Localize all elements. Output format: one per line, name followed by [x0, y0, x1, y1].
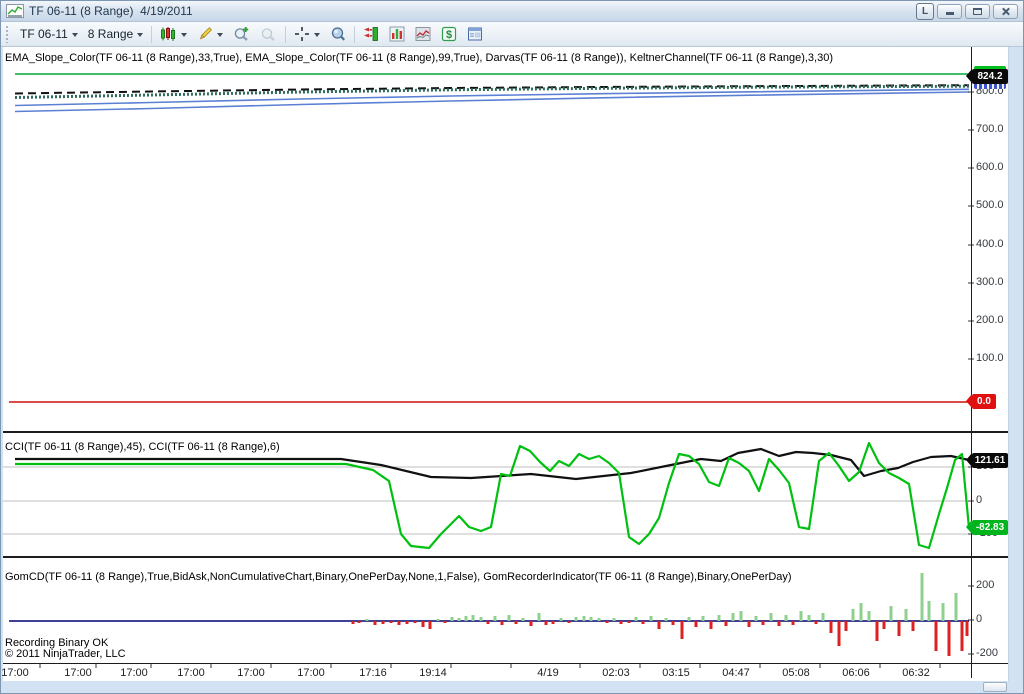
zoom-in-button[interactable]: [228, 24, 255, 44]
chart-style-button[interactable]: [155, 24, 192, 44]
maximize-icon: [973, 7, 982, 15]
price-panel-indicator-label: EMA_Slope_Color(TF 06-11 (8 Range),33,Tr…: [5, 52, 834, 64]
toolbar-grip[interactable]: [5, 25, 10, 43]
title-bar[interactable]: TF 06-11 (8 Range) 4/19/2011 L: [1, 1, 1023, 22]
bars-box-icon: [389, 26, 405, 42]
toolbar: TF 06-11 8 Range $: [1, 22, 1023, 47]
time-axis-label: 06:32: [902, 667, 930, 679]
time-axis-label: 17:00: [177, 667, 205, 679]
interval-selector[interactable]: 8 Range: [83, 24, 148, 44]
chart-background: [3, 47, 1009, 681]
instrument-label: TF 06-11: [20, 27, 68, 41]
y-axis-label: 0: [976, 494, 983, 506]
time-axis-label: 04:47: [722, 667, 750, 679]
price-axis-line: [971, 47, 972, 678]
close-button[interactable]: [993, 3, 1018, 19]
panel-separator[interactable]: [3, 556, 1008, 558]
drawing-tools-button[interactable]: [192, 24, 228, 44]
y-axis-label: 500.0: [976, 199, 1004, 211]
green-bar-arrows-icon: [364, 27, 379, 41]
cci45-value-marker: 121.61: [966, 453, 1008, 468]
cci6-value-marker: -82.83: [966, 520, 1008, 535]
chart-trader-button[interactable]: [358, 24, 384, 44]
y-axis-label: 200: [976, 579, 995, 591]
time-axis-label: 17:16: [359, 667, 387, 679]
y-axis-label: 600.0: [976, 161, 1004, 173]
y-axis-label: 400.0: [976, 238, 1004, 250]
chevron-down-icon: [137, 32, 144, 40]
time-axis-label: 06:06: [842, 667, 870, 679]
chart-app-icon: [6, 4, 24, 18]
zoom-out-button[interactable]: [255, 24, 282, 44]
magnifier-icon: [261, 28, 275, 41]
time-axis-label: 4/19: [537, 667, 559, 679]
minimize-icon: [945, 12, 954, 15]
time-axis-label: 03:15: [662, 667, 690, 679]
window-panel-icon: [468, 27, 483, 41]
y-axis-label: 100.0: [976, 352, 1004, 364]
time-axis-label: 02:03: [602, 667, 630, 679]
blue-magnifier-icon: [332, 27, 346, 41]
zero-level-marker: 0.0: [966, 394, 996, 409]
interval-label: 8 Range: [87, 27, 134, 41]
resize-grip[interactable]: [983, 682, 1007, 692]
link-button[interactable]: L: [916, 2, 934, 20]
pencil-icon: [199, 27, 213, 40]
market-analyzer-button[interactable]: [384, 24, 410, 44]
crosshair-icon: [295, 27, 310, 41]
time-axis-label: 17:00: [297, 667, 325, 679]
chevron-down-icon: [181, 32, 188, 40]
time-axis-label: 17:00: [64, 667, 92, 679]
chevron-down-icon: [217, 32, 224, 40]
toolbar-separator: [354, 25, 356, 43]
recording-status: Recording Binary OK: [5, 637, 109, 649]
chevron-down-icon: [71, 32, 78, 40]
y-axis-label: -200: [976, 647, 999, 659]
time-axis-label: 05:08: [782, 667, 810, 679]
y-axis-label: 0: [976, 613, 983, 625]
close-icon: [1001, 7, 1010, 16]
window-title: TF 06-11 (8 Range) 4/19/2011: [29, 4, 193, 18]
gomcd-panel-indicator-label: GomCD(TF 06-11 (8 Range),True,BidAsk,Non…: [5, 571, 792, 583]
time-axis-label: 17:00: [1, 667, 29, 679]
mini-chart-button[interactable]: [410, 24, 436, 44]
dollar-glyph: $: [446, 29, 452, 41]
maximize-button[interactable]: [965, 3, 990, 19]
toolbar-separator: [151, 25, 153, 43]
copyright-notice: © 2011 NinjaTrader, LLC: [5, 648, 126, 660]
panel-separator[interactable]: [3, 431, 1008, 433]
y-axis-label: 300.0: [976, 276, 1004, 288]
price-axis[interactable]: 800.0 700.0 600.0 500.0 400.0 300.0 200.0 100.0…: [976, 1, 1008, 693]
properties-button[interactable]: [462, 24, 488, 44]
account-dollar-button[interactable]: $: [436, 24, 462, 44]
dollar-icon: $: [442, 26, 457, 42]
crosshair-button[interactable]: [289, 24, 325, 44]
cci-panel-indicator-label: CCI(TF 06-11 (8 Range),45), CCI(TF 06-11…: [5, 441, 280, 453]
time-axis-label: 19:14: [419, 667, 447, 679]
time-axis-label: 17:00: [120, 667, 148, 679]
time-axis-line: [3, 663, 1008, 664]
candlestick-icon: [161, 27, 176, 41]
minimize-button[interactable]: [937, 3, 962, 19]
time-axis[interactable]: 17:00 17:00 17:00 17:00 17:00 17:00 17:16 19:14…: [1, 667, 1009, 681]
magnifier-plus-icon: [234, 27, 249, 41]
time-axis-label: 17:00: [237, 667, 265, 679]
toolbar-separator: [285, 25, 287, 43]
instrument-selector[interactable]: TF 06-11: [15, 24, 83, 44]
last-price-marker: 824.2: [966, 66, 1008, 89]
chevron-down-icon: [314, 32, 321, 40]
y-axis-label: 700.0: [976, 123, 1004, 135]
area-chart-icon: [415, 27, 431, 41]
data-box-button[interactable]: [325, 24, 351, 44]
y-axis-label: 200.0: [976, 314, 1004, 326]
window-controls: L: [916, 2, 1018, 20]
chart-window: TF 06-11 (8 Range) 4/19/2011 L TF 06-11 …: [0, 0, 1024, 694]
